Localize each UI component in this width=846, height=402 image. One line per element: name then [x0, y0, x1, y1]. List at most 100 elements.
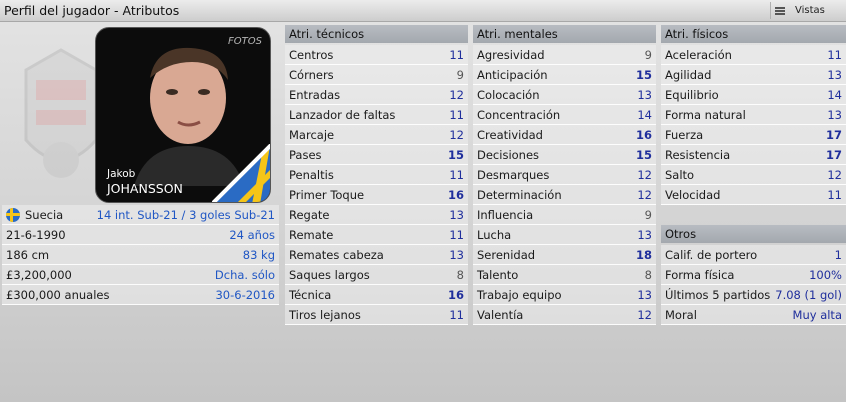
mental-attribute-label: Talento: [477, 267, 519, 282]
physical-attribute-value: 14: [827, 87, 842, 102]
mental-attribute-label: Trabajo equipo: [477, 287, 562, 302]
preferred-foot: Dcha. sólo: [214, 267, 275, 282]
other-attribute-label: Últimos 5 partidos: [665, 287, 771, 302]
mental-attribute-value: 9: [644, 47, 652, 62]
mental-attribute-value: 12: [637, 187, 652, 202]
window-title: Perfil del jugador - Atributos: [4, 3, 180, 18]
technical-attribute-row: Pases 15: [285, 145, 468, 165]
profile-info-list: Suecia 14 int. Sub-21 / 3 goles Sub-21 21…: [2, 205, 279, 305]
player-first-name: Jakob: [107, 168, 136, 180]
mental-attribute-value: 12: [637, 307, 652, 322]
height-value: 186 cm: [6, 247, 50, 262]
physical-attribute-label: Salto: [665, 167, 695, 182]
other-attribute-row: Forma física 100%: [661, 265, 846, 285]
physical-attribute-value: 11: [827, 47, 842, 62]
technical-attribute-label: Penaltis: [289, 167, 334, 182]
technical-attribute-value: 11: [449, 107, 464, 122]
mental-attribute-value: 18: [635, 247, 652, 262]
views-label: Vistas: [795, 5, 825, 16]
technical-attributes-panel: Atri. técnicos Centros 11 Córners 9 Entradas…: [285, 25, 468, 325]
technical-attribute-value: 16: [447, 187, 464, 202]
mental-attribute-label: Anticipación: [477, 67, 548, 82]
mental-attribute-row: Anticipación 15: [473, 65, 656, 85]
mental-attribute-row: Influencia 9: [473, 205, 656, 225]
physical-attribute-row: Forma natural 13: [661, 105, 846, 125]
technical-attribute-label: Centros: [289, 47, 334, 62]
other-attribute-label: Moral: [665, 307, 697, 322]
technical-attribute-row: Técnica 16: [285, 285, 468, 305]
nationality-label: Suecia: [25, 207, 64, 222]
technical-attribute-value: 11: [449, 307, 464, 322]
mental-attribute-value: 13: [637, 287, 652, 302]
mental-attribute-label: Serenidad: [477, 247, 536, 262]
mental-attribute-label: Decisiones: [477, 147, 540, 162]
international-caps-link[interactable]: 14 int. Sub-21 / 3 goles Sub-21: [97, 208, 275, 222]
physical-attribute-label: Resistencia: [665, 147, 731, 162]
technical-attribute-row: Regate 13: [285, 205, 468, 225]
mental-attribute-value: 12: [637, 167, 652, 182]
sweden-flag-icon: [6, 207, 20, 222]
wage-value: £300,000 anuales: [6, 287, 110, 302]
height-row: 186 cm 83 kg: [2, 245, 279, 265]
mental-attribute-value: 13: [637, 227, 652, 242]
other-attribute-row: Calif. de portero 1: [661, 245, 846, 265]
technical-attribute-row: Remate 11: [285, 225, 468, 245]
player-profile-window: Perfil del jugador - Atributos Vistas FO…: [0, 0, 846, 402]
technical-attribute-value: 16: [447, 287, 464, 302]
weight-value: 83 kg: [242, 247, 275, 262]
physical-attribute-label: Velocidad: [665, 187, 721, 202]
mental-attribute-row: Concentración 14: [473, 105, 656, 125]
mental-attribute-row: Talento 8: [473, 265, 656, 285]
mental-attribute-value: 8: [644, 267, 652, 282]
mental-attribute-value: 15: [635, 67, 652, 82]
technical-attribute-label: Remate: [289, 227, 334, 242]
mental-attribute-row: Decisiones 15: [473, 145, 656, 165]
contract-end-date: 30-6-2016: [215, 287, 275, 302]
age-value: 24 años: [229, 227, 275, 242]
other-attribute-label: Calif. de portero: [665, 247, 758, 262]
technical-attribute-value: 12: [449, 87, 464, 102]
physical-attributes-panel: Atri. físicos Aceleración 11 Agilidad 13 Equ…: [661, 25, 846, 205]
list-icon: [775, 6, 785, 16]
contract-row: £300,000 anuales 30-6-2016: [2, 285, 279, 305]
mental-attributes-panel: Atri. mentales Agresividad 9 Anticipación 1…: [473, 25, 656, 325]
technical-attribute-label: Marcaje: [289, 127, 335, 142]
technical-attribute-label: Lanzador de faltas: [289, 107, 396, 122]
mental-attribute-label: Determinación: [477, 187, 562, 202]
club-crest-watermark: [24, 48, 98, 178]
mental-attributes-list: Agresividad 9 Anticipación 15 Colocación 13 Co…: [473, 45, 656, 325]
other-attribute-row: Moral Muy alta: [661, 305, 846, 325]
technical-attribute-row: Penaltis 11: [285, 165, 468, 185]
physical-attribute-row: Resistencia 17: [661, 145, 846, 165]
player-value: £3,200,000: [6, 267, 72, 282]
mental-attribute-value: 14: [637, 107, 652, 122]
physical-attribute-row: Agilidad 13: [661, 65, 846, 85]
technical-attribute-row: Lanzador de faltas 11: [285, 105, 468, 125]
views-button[interactable]: Vistas: [770, 2, 840, 19]
mental-attribute-label: Creatividad: [477, 127, 543, 142]
technical-attribute-value: 8: [456, 267, 464, 282]
technical-attribute-row: Saques largos 8: [285, 265, 468, 285]
birth-date: 21-6-1990: [6, 227, 66, 242]
nationality-row: Suecia 14 int. Sub-21 / 3 goles Sub-21: [2, 205, 279, 225]
physical-attribute-value: 17: [825, 127, 842, 142]
physical-attribute-label: Forma natural: [665, 107, 746, 122]
photo-watermark: FOTOS: [228, 36, 262, 47]
technical-attribute-row: Entradas 12: [285, 85, 468, 105]
player-last-name: JOHANSSON: [107, 181, 183, 196]
technical-attribute-row: Marcaje 12: [285, 125, 468, 145]
technical-attribute-row: Remates cabeza 13: [285, 245, 468, 265]
mental-attribute-label: Lucha: [477, 227, 512, 242]
technical-attribute-label: Saques largos: [289, 267, 370, 282]
physical-attribute-row: Fuerza 17: [661, 125, 846, 145]
technical-attributes-header: Atri. técnicos: [285, 25, 468, 43]
mental-attribute-row: Creatividad 16: [473, 125, 656, 145]
physical-attribute-value: 13: [827, 107, 842, 122]
technical-attribute-row: Tiros lejanos 11: [285, 305, 468, 325]
technical-attribute-value: 9: [456, 67, 464, 82]
physical-attribute-value: 12: [827, 167, 842, 182]
technical-attribute-row: Primer Toque 16: [285, 185, 468, 205]
technical-attribute-label: Pases: [289, 147, 322, 162]
technical-attribute-value: 11: [449, 47, 464, 62]
other-info-list: Calif. de portero 1 Forma física 100% Último…: [661, 245, 846, 325]
